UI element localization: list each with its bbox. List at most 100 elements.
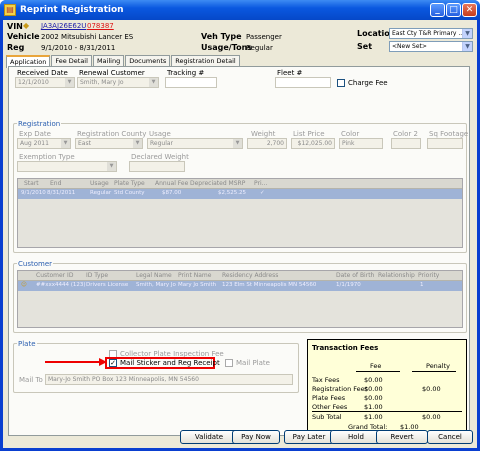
tax-fees-value: $0.00 [364, 376, 383, 384]
close-button[interactable]: ✕ [462, 3, 477, 17]
cancel-button[interactable]: Cancel [427, 430, 473, 444]
cell-customer-id: ##xxx4444 (123) [36, 282, 86, 288]
sq-footage-field[interactable] [427, 138, 463, 149]
customer-title: Customer [17, 260, 54, 268]
reg-county-value: East [78, 140, 91, 147]
cell-annual-fee: $87.00 [162, 190, 182, 196]
color2-field[interactable] [391, 138, 421, 149]
chevron-down-icon: ▼ [61, 139, 70, 148]
other-fees-label: Other Fees [312, 403, 348, 411]
hold-button[interactable]: Hold [330, 430, 382, 444]
registration-penalty-value: $0.00 [422, 385, 441, 393]
mail-sticker-label: Mail Sticker and Reg Receipt [120, 359, 220, 367]
chevron-down-icon: ▼ [462, 29, 472, 38]
list-price-field[interactable]: $12,025.00 [291, 138, 335, 149]
tracking-input[interactable] [165, 77, 217, 88]
table-row[interactable]: 9/1/2010 8/31/2011 Regular Std County $8… [18, 189, 462, 199]
cell-usage: Regular [90, 190, 112, 196]
vin-suffix[interactable]: 078387 [87, 22, 114, 30]
vin-lookup-icon[interactable]: ◆ [23, 21, 29, 30]
registration-fees-label: Registration Fees [312, 385, 369, 393]
reg-value: 9/1/2010 - 8/31/2011 [41, 44, 116, 52]
mail-plate-checkbox[interactable] [225, 359, 233, 367]
fee-col-header: Fee [370, 362, 382, 370]
primary-check-icon: ✓ [260, 190, 265, 196]
col-pri: Pri... [254, 180, 268, 187]
col-id-type: ID Type [86, 272, 109, 279]
plate-title: Plate [17, 340, 37, 348]
tracking-label: Tracking # [167, 69, 205, 77]
renewal-customer-field[interactable]: Smith, Mary Jo ▼ [77, 77, 159, 88]
plate-fees-value: $0.00 [364, 394, 383, 402]
col-plate-type: Plate Type [114, 180, 145, 187]
received-date-field[interactable]: 12/1/2010 ▼ [15, 77, 75, 88]
reg-county-field[interactable]: East ▼ [75, 138, 143, 149]
penalty-col-header: Penalty [426, 362, 450, 370]
mail-sticker-checkbox[interactable]: ✓ [109, 359, 117, 367]
vin-link[interactable]: JA3AJ26E62U [41, 22, 86, 30]
exp-date-label: Exp Date [19, 130, 51, 138]
window-client: VIN ◆ JA3AJ26E62U 078387 Vehicle 2002 Mi… [3, 20, 477, 448]
location-selected: East Cty T&R Primary ... [392, 30, 465, 37]
customer-grid: Customer ID ID Type Legal Name Print Nam… [17, 270, 463, 328]
color-label: Color [341, 130, 360, 138]
minimize-button[interactable]: _ [430, 3, 445, 17]
col-start: Start [24, 180, 39, 187]
cell-priority: 1 [420, 282, 424, 288]
registration-grid-header: Start End Usage Plate Type Annual Fee De… [18, 179, 462, 189]
renewal-customer-value: Smith, Mary Jo [80, 79, 124, 86]
maximize-button[interactable]: □ [446, 3, 461, 17]
chevron-down-icon: ▼ [133, 139, 142, 148]
col-annual-fee: Annual Fee [155, 180, 189, 187]
declared-weight-label: Declared Weight [131, 153, 189, 161]
vehtype-label: Veh Type [201, 32, 242, 41]
received-date-label: Received Date [17, 69, 68, 77]
color-field[interactable]: Pink [339, 138, 383, 149]
exemption-type-field[interactable]: ▼ [17, 161, 117, 172]
reg-label: Reg [7, 43, 25, 52]
app-icon: ▤ [4, 4, 16, 16]
set-selected: <New Set> [392, 43, 427, 50]
exp-date-field[interactable]: Aug 2011 ▼ [17, 138, 71, 149]
registration-title: Registration [17, 120, 62, 128]
mail-to-label: Mail To [19, 376, 43, 384]
validate-button[interactable]: Validate [180, 430, 238, 444]
cell-plate-type: Std County [114, 190, 145, 196]
chevron-down-icon: ▼ [107, 162, 116, 171]
charge-fee-checkbox[interactable] [337, 79, 345, 87]
transaction-fees-title: Transaction Fees [312, 344, 379, 352]
subtotal-fee-value: $1.00 [364, 413, 383, 421]
vehtype-value: Passenger [246, 33, 282, 41]
sq-footage-label: Sq Footage [429, 130, 469, 138]
received-date-value: 12/1/2010 [18, 79, 49, 86]
chevron-down-icon: ▼ [462, 42, 472, 51]
title-bar[interactable]: ▤ Reprint Registration _ □ ✕ [0, 0, 480, 20]
pay-later-button[interactable]: Pay Later [284, 430, 334, 444]
location-select[interactable]: East Cty T&R Primary ... ▼ [389, 28, 473, 39]
col-dob: Date of Birth [336, 272, 375, 279]
subtotal-rule [312, 411, 462, 412]
vin-label: VIN [7, 22, 23, 31]
col-legal-name: Legal Name [136, 272, 172, 279]
person-icon: ☺ [21, 282, 27, 288]
set-select[interactable]: <New Set> ▼ [389, 41, 473, 52]
col-end: End [50, 180, 62, 187]
col-relationship: Relationship [378, 272, 415, 279]
cell-start: 9/1/2010 [21, 190, 46, 196]
renewal-customer-label: Renewal Customer [79, 69, 145, 77]
reg-usage-field[interactable]: Regular ▼ [147, 138, 243, 149]
vehicle-label: Vehicle [7, 32, 40, 41]
declared-weight-field[interactable] [129, 161, 185, 172]
col-customer-id: Customer ID [36, 272, 74, 279]
reg-usage-value: Regular [150, 140, 174, 147]
col-priority: Priority [418, 272, 440, 279]
weight-field[interactable]: 2,700 [247, 138, 287, 149]
pay-now-button[interactable]: Pay Now [232, 430, 280, 444]
revert-button[interactable]: Revert [376, 430, 428, 444]
fleet-input[interactable] [275, 77, 331, 88]
mail-to-field[interactable]: Mary-Jo Smith PO Box 123 Minneapolis, MN… [45, 374, 293, 385]
usage-value: Regular [246, 44, 273, 52]
weight-label: Weight [251, 130, 276, 138]
table-row[interactable]: ☺ ##xxx4444 (123) Drivers License Smith,… [18, 281, 462, 291]
other-fees-value: $1.00 [364, 403, 383, 411]
